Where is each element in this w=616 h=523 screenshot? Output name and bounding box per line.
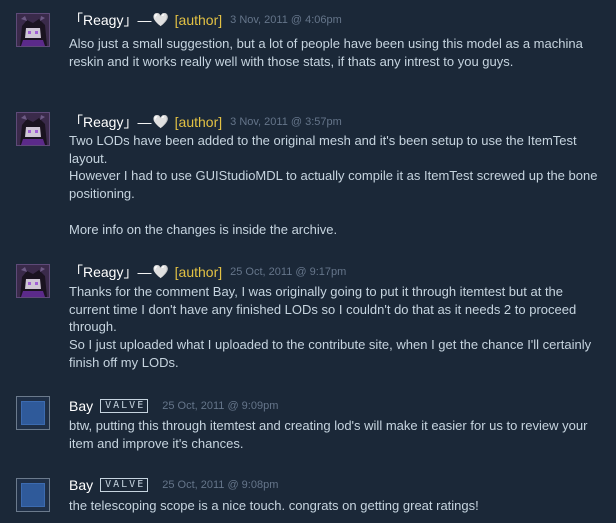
- avatar[interactable]: [16, 264, 50, 298]
- avatar[interactable]: [16, 396, 50, 430]
- heart-icon: 🤍: [152, 12, 169, 27]
- comment-author-link[interactable]: 「Reagy」―: [69, 10, 151, 30]
- comment-author-link[interactable]: Bay: [69, 398, 93, 414]
- author-tag: [author]: [174, 12, 223, 28]
- developer-badge: VALVE: [100, 478, 149, 492]
- developer-badge: VALVE: [100, 399, 149, 413]
- comment-author-link[interactable]: 「Reagy」―: [69, 112, 151, 132]
- comment-text: Two LODs have been added to the original…: [69, 133, 598, 237]
- comment-timestamp: 3 Nov, 2011 @ 4:06pm: [230, 14, 342, 26]
- heart-icon: 🤍: [152, 264, 169, 279]
- avatar-image: [21, 401, 45, 425]
- author-tag: [author]: [174, 264, 223, 280]
- comment-timestamp: 25 Oct, 2011 @ 9:17pm: [230, 266, 347, 278]
- comment-timestamp: 3 Nov, 2011 @ 3:57pm: [230, 116, 342, 128]
- comment-author-link[interactable]: 「Reagy」―: [69, 262, 151, 282]
- avatar-image: [21, 483, 45, 507]
- comment-text: btw, putting this through itemtest and c…: [69, 418, 588, 451]
- author-tag: [author]: [174, 114, 223, 130]
- comment-header: 「Reagy」― 🤍 [author] 3 Nov, 2011 @ 3:57pm: [69, 112, 342, 132]
- comment-timestamp: 25 Oct, 2011 @ 9:09pm: [162, 400, 279, 412]
- comment-header: Bay VALVE 25 Oct, 2011 @ 9:09pm: [69, 396, 278, 416]
- comment-header: Bay VALVE 25 Oct, 2011 @ 9:08pm: [69, 475, 278, 495]
- comment-author-link[interactable]: Bay: [69, 477, 93, 493]
- comment-timestamp: 25 Oct, 2011 @ 9:08pm: [162, 479, 279, 491]
- avatar[interactable]: [16, 13, 50, 47]
- comment-thread: 「Reagy」― 🤍 [author] 3 Nov, 2011 @ 4:06pm…: [0, 0, 616, 523]
- comment-text: Also just a small suggestion, but a lot …: [69, 36, 583, 69]
- comment-header: 「Reagy」― 🤍 [author] 3 Nov, 2011 @ 4:06pm: [69, 10, 342, 30]
- avatar[interactable]: [16, 478, 50, 512]
- avatar[interactable]: [16, 112, 50, 146]
- heart-icon: 🤍: [152, 114, 169, 129]
- comment-text: Thanks for the comment Bay, I was origin…: [69, 284, 592, 370]
- comment-header: 「Reagy」― 🤍 [author] 25 Oct, 2011 @ 9:17p…: [69, 262, 346, 282]
- comment-text: the telescoping scope is a nice touch. c…: [69, 498, 479, 513]
